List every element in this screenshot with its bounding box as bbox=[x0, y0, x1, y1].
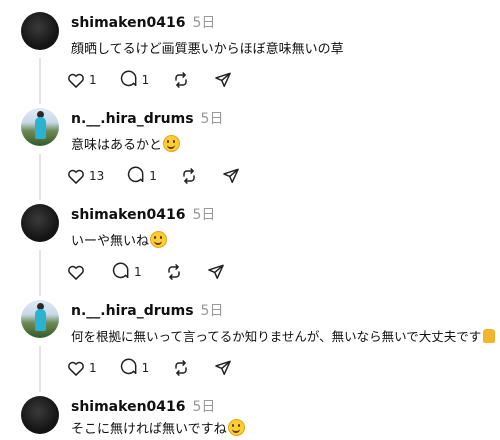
timestamp: 5日 bbox=[200, 111, 224, 127]
post-header: shimaken0416 5日 bbox=[71, 12, 215, 32]
like-button[interactable]: 13 bbox=[66, 166, 104, 186]
thread-line bbox=[39, 250, 41, 296]
repost-icon bbox=[175, 72, 188, 88]
reply-count: 1 bbox=[149, 169, 157, 183]
send-icon bbox=[207, 264, 224, 279]
username[interactable]: shimaken0416 bbox=[71, 399, 186, 415]
repost-button[interactable] bbox=[164, 262, 184, 282]
post-text-content: 何を根拠に無いって言ってるか知りませんが、無いなら無いで大丈夫です bbox=[71, 329, 482, 344]
post-text-content: そこに無ければ無いですね bbox=[71, 422, 227, 437]
repost-button[interactable] bbox=[171, 358, 191, 378]
timestamp: 5日 bbox=[192, 207, 216, 223]
heart-icon bbox=[68, 361, 84, 376]
reply-button[interactable]: 1 bbox=[126, 166, 157, 186]
like-count: 1 bbox=[89, 73, 97, 87]
post-text-content: いーや無いね bbox=[71, 234, 150, 249]
send-icon bbox=[215, 360, 232, 375]
repost-icon bbox=[183, 168, 195, 184]
post-header: n.__.hira_drums 5日 bbox=[71, 108, 223, 128]
reply-count: 1 bbox=[141, 73, 150, 87]
heart-icon bbox=[68, 73, 84, 88]
reply-button[interactable]: 1 bbox=[119, 358, 150, 378]
post-text: 何を根拠に無いって言ってるか知りませんが、無いなら無いで大丈夫です bbox=[71, 326, 496, 345]
post-actions: 1 bbox=[66, 261, 248, 283]
send-icon bbox=[215, 72, 232, 87]
like-button[interactable]: 1 bbox=[66, 70, 97, 90]
smiling-emoji bbox=[227, 419, 245, 436]
post-actions: 13 1 bbox=[66, 165, 263, 187]
post-text-content: 意味はあるかと bbox=[71, 138, 163, 153]
repost-icon bbox=[175, 360, 188, 376]
avatar[interactable] bbox=[21, 300, 59, 338]
post-actions: 1 1 bbox=[66, 357, 255, 379]
avatar[interactable] bbox=[21, 204, 59, 242]
comment-icon bbox=[128, 166, 144, 183]
like-button[interactable] bbox=[66, 262, 89, 282]
post-actions: 1 1 bbox=[66, 69, 255, 91]
share-button[interactable] bbox=[221, 166, 241, 186]
post-text: 意味はあるかと bbox=[71, 134, 181, 153]
grinning-sweat-emoji bbox=[163, 135, 181, 152]
share-button[interactable] bbox=[213, 70, 233, 90]
send-icon bbox=[223, 168, 239, 183]
post-text-content: 顔晒してるけど画質悪いからほぼ意味無いの草 bbox=[71, 42, 344, 57]
thread-line bbox=[39, 154, 41, 200]
avatar[interactable] bbox=[21, 108, 59, 146]
avatar[interactable] bbox=[21, 396, 59, 434]
repost-icon bbox=[167, 264, 180, 280]
post-header: shimaken0416 5日 bbox=[71, 396, 215, 416]
share-button[interactable] bbox=[206, 262, 226, 282]
thumbs-up-emoji bbox=[483, 329, 496, 343]
heart-icon bbox=[68, 265, 84, 280]
comment-icon bbox=[112, 262, 129, 279]
post-text: いーや無いね bbox=[71, 230, 168, 249]
username[interactable]: n.__.hira_drums bbox=[71, 303, 194, 319]
smiling-emoji bbox=[150, 231, 168, 248]
like-button[interactable]: 1 bbox=[66, 358, 97, 378]
like-count: 1 bbox=[89, 361, 97, 375]
thread-line bbox=[39, 346, 41, 392]
timestamp: 5日 bbox=[192, 399, 216, 415]
username[interactable]: shimaken0416 bbox=[71, 207, 186, 223]
post-text: そこに無ければ無いですね bbox=[71, 418, 245, 437]
repost-button[interactable] bbox=[179, 166, 199, 186]
heart-icon bbox=[68, 169, 84, 184]
thread-line bbox=[39, 58, 41, 104]
share-button[interactable] bbox=[213, 358, 233, 378]
timestamp: 5日 bbox=[192, 15, 216, 31]
comment-icon bbox=[120, 358, 137, 375]
like-count: 13 bbox=[89, 169, 105, 183]
post-header: n.__.hira_drums 5日 bbox=[71, 300, 223, 320]
username[interactable]: n.__.hira_drums bbox=[71, 111, 194, 127]
reply-count: 1 bbox=[134, 265, 142, 279]
post-text: 顔晒してるけど画質悪いからほぼ意味無いの草 bbox=[71, 38, 344, 57]
repost-button[interactable] bbox=[171, 70, 191, 90]
comment-icon bbox=[120, 70, 137, 87]
reply-button[interactable]: 1 bbox=[119, 70, 150, 90]
post-header: shimaken0416 5日 bbox=[71, 204, 215, 224]
username[interactable]: shimaken0416 bbox=[71, 15, 186, 31]
reply-count: 1 bbox=[141, 361, 150, 375]
timestamp: 5日 bbox=[200, 303, 224, 319]
avatar[interactable] bbox=[21, 12, 59, 50]
reply-button[interactable]: 1 bbox=[111, 262, 142, 282]
